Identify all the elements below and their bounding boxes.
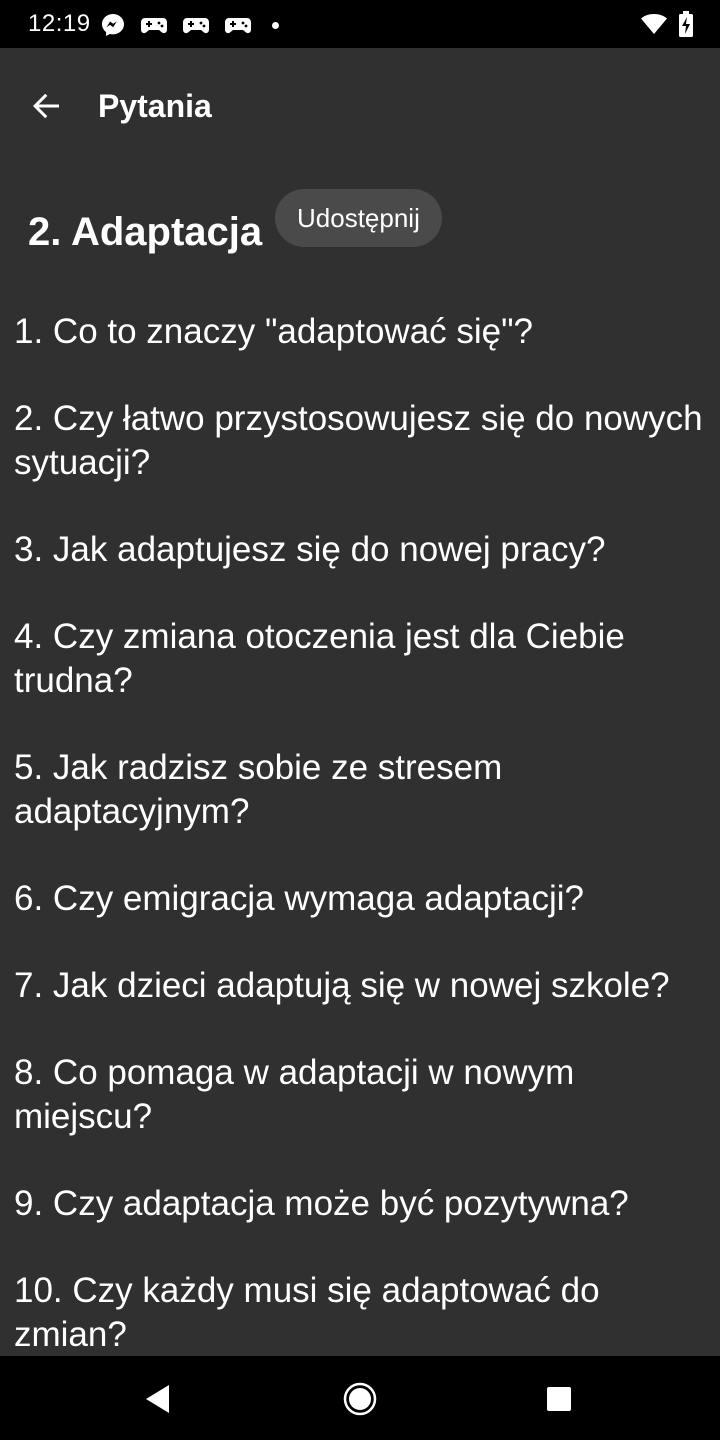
question-list: 1. Co to znaczy "adaptować się"? 2. Czy … <box>14 310 714 1400</box>
question-item: 4. Czy zmiana otoczenia jest dla Ciebie … <box>14 617 625 700</box>
nav-recents-icon <box>547 1387 571 1411</box>
nav-back-button[interactable] <box>135 1376 181 1422</box>
messenger-icon <box>102 14 124 36</box>
share-button[interactable]: Udostępnij <box>275 189 442 247</box>
status-system-icons <box>640 11 694 37</box>
game-controller-icon <box>141 18 167 34</box>
battery-charging-icon <box>679 11 693 37</box>
notification-dot-icon <box>272 21 279 29</box>
question-item: 8. Co pomaga w adaptacji w nowym miejscu… <box>14 1053 575 1136</box>
arrow-back-icon <box>33 93 59 119</box>
question-item: 1. Co to znaczy "adaptować się"? <box>14 312 534 351</box>
back-button[interactable] <box>18 78 74 134</box>
question-item: 5. Jak radzisz sobie ze stresem adaptacy… <box>14 748 503 831</box>
nav-home-button[interactable] <box>337 1376 383 1422</box>
status-bar: 12:19 <box>0 0 720 48</box>
question-item: 10. Czy każdy musi się adaptować do zmia… <box>14 1271 600 1354</box>
app-toolbar: Pytania <box>0 48 720 160</box>
question-item: 2. Czy łatwo przystosowujesz się do nowy… <box>14 399 703 482</box>
share-button-label: Udostępnij <box>297 202 420 233</box>
nav-home-icon <box>343 1382 377 1416</box>
nav-recents-button[interactable] <box>536 1376 582 1422</box>
question-item: 7. Jak dzieci adaptują się w nowej szkol… <box>14 966 670 1005</box>
question-item: 9. Czy adaptacja może być pozytywna? <box>14 1184 629 1223</box>
game-controller-icon <box>225 18 251 34</box>
status-time: 12:19 <box>28 10 91 37</box>
question-item: 3. Jak adaptujesz się do nowej pracy? <box>14 530 606 569</box>
game-controller-icon <box>183 18 209 34</box>
nav-back-icon <box>146 1385 169 1413</box>
section-header: 2. Adaptacja Udostępnij <box>28 188 688 278</box>
question-item: 6. Czy emigracja wymaga adaptacji? <box>14 879 584 918</box>
section-title: 2. Adaptacja <box>28 210 263 254</box>
wifi-icon <box>641 14 667 34</box>
page-title: Pytania <box>98 88 212 124</box>
system-nav-bar <box>0 1356 720 1440</box>
status-notification-icons <box>100 12 279 38</box>
